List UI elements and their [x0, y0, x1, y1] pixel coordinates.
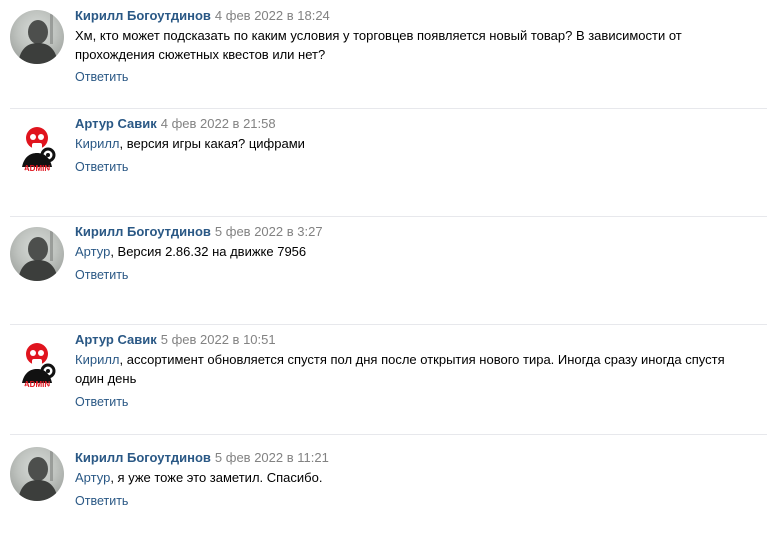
comment: ADMIN Артур Савик 5 фев 2022 в 10:51 Кири…	[0, 324, 767, 434]
admin-logo-icon: ADMIN	[22, 343, 56, 389]
admin-logo-icon: ADMIN	[22, 127, 56, 173]
comment: ADMIN Артур Савик 4 фев 2022 в 21:58 Кири…	[0, 108, 767, 216]
comment-text: Хм, кто может подсказать по каким услови…	[75, 27, 755, 64]
author-name[interactable]: Артур Савик	[75, 116, 157, 131]
comment-text: Кирилл, версия игры какая? цифрами	[75, 135, 755, 154]
author-name[interactable]: Кирилл Богоутдинов	[75, 450, 211, 465]
comment-body: , Версия 2.86.32 на движке 7956	[110, 244, 307, 259]
comment-date[interactable]: 5 фев 2022 в 11:21	[215, 450, 329, 465]
avatar[interactable]: ADMIN	[10, 119, 64, 173]
user-photo-icon	[18, 14, 58, 64]
admin-logo-text: ADMIN	[24, 380, 50, 389]
author-name[interactable]: Кирилл Богоутдинов	[75, 8, 211, 23]
comment-date[interactable]: 5 фев 2022 в 3:27	[215, 224, 323, 239]
author-name[interactable]: Артур Савик	[75, 332, 157, 347]
avatar[interactable]	[10, 447, 64, 501]
comment-body: , я уже тоже это заметил. Спасибо.	[110, 470, 323, 485]
comment-header: Кирилл Богоутдинов 4 фев 2022 в 18:24	[75, 8, 330, 24]
comment-body: Хм, кто может подсказать по каким услови…	[75, 28, 682, 62]
comment-body: , ассортимент обновляется спустя пол дня…	[75, 352, 725, 386]
mention-link[interactable]: Кирилл	[75, 136, 120, 151]
comment: Кирилл Богоутдинов 4 фев 2022 в 18:24 Хм,…	[0, 0, 767, 108]
comment-thread: Кирилл Богоутдинов 4 фев 2022 в 18:24 Хм,…	[0, 0, 767, 542]
comment: Кирилл Богоутдинов 5 фев 2022 в 3:27 Арту…	[0, 216, 767, 324]
comment-body: , версия игры какая? цифрами	[119, 136, 305, 151]
reply-button[interactable]: Ответить	[75, 267, 128, 283]
comment-header: Кирилл Богоутдинов 5 фев 2022 в 3:27	[75, 224, 323, 240]
mention-link[interactable]: Артур	[75, 470, 110, 485]
comment-date[interactable]: 5 фев 2022 в 10:51	[161, 332, 276, 347]
reply-button[interactable]: Ответить	[75, 69, 128, 85]
comment: Кирилл Богоутдинов 5 фев 2022 в 11:21 Арт…	[0, 434, 767, 542]
mention-link[interactable]: Кирилл	[75, 352, 120, 367]
avatar[interactable]: ADMIN	[10, 335, 64, 389]
comment-date[interactable]: 4 фев 2022 в 21:58	[161, 116, 276, 131]
reply-button[interactable]: Ответить	[75, 493, 128, 509]
avatar[interactable]	[10, 227, 64, 281]
comment-header: Кирилл Богоутдинов 5 фев 2022 в 11:21	[75, 450, 329, 466]
avatar[interactable]	[10, 10, 64, 64]
comment-text: Кирилл, ассортимент обновляется спустя п…	[75, 351, 755, 388]
comment-text: Артур, я уже тоже это заметил. Спасибо.	[75, 469, 755, 488]
mention-link[interactable]: Артур	[75, 244, 110, 259]
comment-date[interactable]: 4 фев 2022 в 18:24	[215, 8, 330, 23]
comment-header: Артур Савик 4 фев 2022 в 21:58	[75, 116, 276, 132]
comment-text: Артур, Версия 2.86.32 на движке 7956	[75, 243, 755, 262]
user-photo-icon	[18, 231, 58, 281]
reply-button[interactable]: Ответить	[75, 394, 128, 410]
admin-logo-text: ADMIN	[24, 164, 50, 173]
user-photo-icon	[18, 451, 58, 501]
reply-button[interactable]: Ответить	[75, 159, 128, 175]
comment-header: Артур Савик 5 фев 2022 в 10:51	[75, 332, 276, 348]
author-name[interactable]: Кирилл Богоутдинов	[75, 224, 211, 239]
